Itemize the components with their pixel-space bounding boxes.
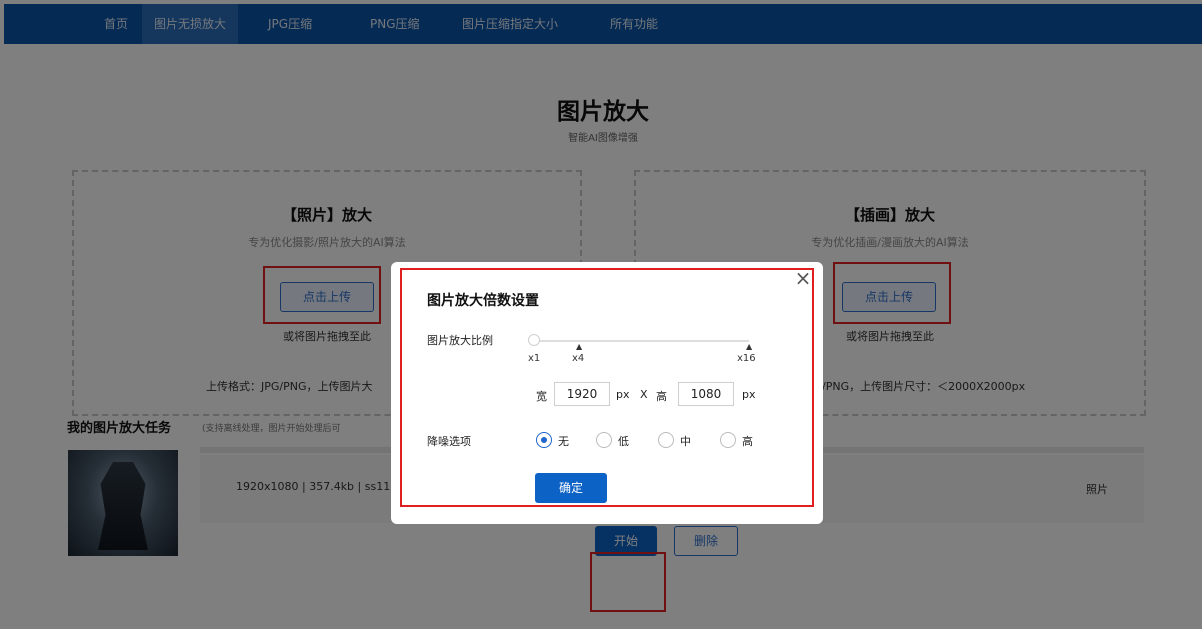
- width-unit: px: [616, 388, 630, 401]
- tick-mark: ▲: [746, 342, 753, 351]
- width-label: 宽: [536, 390, 547, 403]
- radio-label: 低: [618, 435, 629, 448]
- tick-label-x4: x4: [572, 353, 585, 364]
- scale-slider-track[interactable]: [535, 340, 749, 342]
- denoise-label: 降噪选项: [427, 435, 471, 448]
- dialog-title: 图片放大倍数设置: [427, 293, 539, 309]
- radio-icon: [596, 432, 612, 448]
- radio-icon: [536, 432, 552, 448]
- radio-label: 高: [742, 435, 753, 448]
- radio-label: 无: [558, 435, 569, 448]
- tick-label-x16: x16: [737, 353, 756, 364]
- radio-label: 中: [680, 435, 691, 448]
- width-input[interactable]: [554, 382, 610, 406]
- height-unit: px: [742, 388, 756, 401]
- scale-label: 图片放大比例: [427, 334, 493, 347]
- radio-icon: [720, 432, 736, 448]
- tick-label-x1: x1: [528, 353, 541, 364]
- tick-mark: ▲: [576, 342, 583, 351]
- radio-icon: [658, 432, 674, 448]
- height-input[interactable]: [678, 382, 734, 406]
- close-icon[interactable]: ×: [793, 268, 813, 288]
- height-label: 高: [656, 390, 667, 403]
- confirm-button[interactable]: 确定: [535, 473, 607, 503]
- dimension-separator: X: [640, 388, 648, 401]
- scale-slider-thumb[interactable]: [528, 334, 540, 346]
